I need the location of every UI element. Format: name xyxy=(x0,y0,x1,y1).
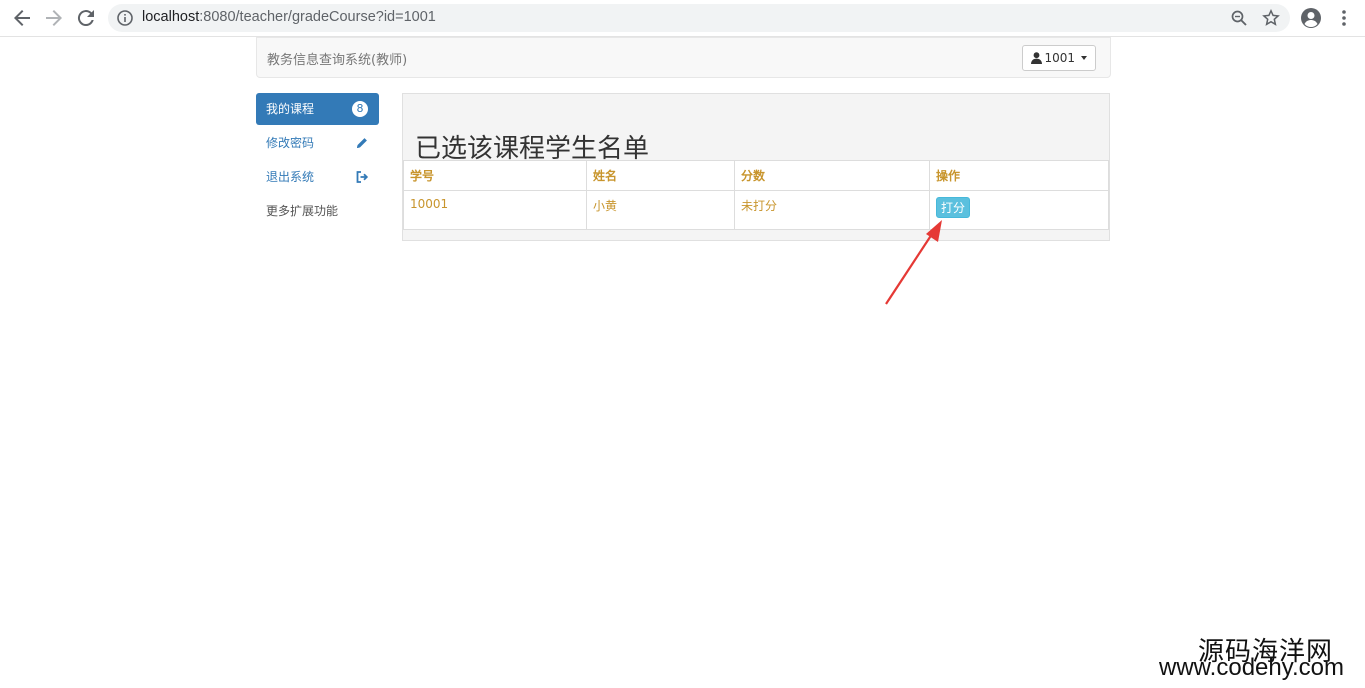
pencil-icon xyxy=(357,138,367,148)
column-header-student-id: 学号 xyxy=(403,160,587,191)
site-info-icon[interactable] xyxy=(116,9,134,27)
user-dropdown-button[interactable]: 1001 xyxy=(1022,45,1096,71)
top-navbar: 教务信息查询系统(教师) 1001 xyxy=(256,37,1111,78)
sidebar: 我的课程 8 修改密码 退出系统 更多扩展功能 xyxy=(256,93,379,229)
student-list-panel: 已选该课程学生名单 学号 姓名 分数 操作 10001 小黄 未打分 打分 xyxy=(402,93,1110,241)
cell-action: 打分 xyxy=(929,190,1109,230)
cell-name: 小黄 xyxy=(586,190,735,230)
profile-avatar-icon[interactable] xyxy=(1300,7,1322,29)
course-count-badge: 8 xyxy=(352,101,368,117)
navbar-brand[interactable]: 教务信息查询系统(教师) xyxy=(267,49,407,68)
reload-icon[interactable] xyxy=(74,6,98,30)
bookmark-star-icon[interactable] xyxy=(1262,9,1280,27)
url-text: localhost:8080/teacher/gradeCourse?id=10… xyxy=(142,9,436,25)
cell-student-id: 10001 xyxy=(403,190,587,230)
sidebar-item-logout[interactable]: 退出系统 xyxy=(256,161,379,193)
sidebar-item-label: 退出系统 xyxy=(266,170,315,184)
column-header-action: 操作 xyxy=(929,160,1109,191)
table-header-row: 学号 姓名 分数 操作 xyxy=(403,160,1109,191)
sidebar-item-label: 修改密码 xyxy=(266,136,315,150)
zoom-icon[interactable] xyxy=(1230,9,1248,27)
column-header-name: 姓名 xyxy=(586,160,735,191)
sidebar-item-my-courses[interactable]: 我的课程 8 xyxy=(256,93,379,125)
forward-arrow-icon[interactable] xyxy=(42,6,66,30)
watermark-url: www.codehy.com xyxy=(1159,654,1344,681)
sidebar-item-label: 更多扩展功能 xyxy=(266,204,339,218)
user-icon xyxy=(1031,52,1043,64)
log-out-icon xyxy=(356,171,369,183)
sidebar-item-label: 我的课程 xyxy=(266,102,315,116)
browser-toolbar: localhost:8080/teacher/gradeCourse?id=10… xyxy=(0,0,1365,37)
red-arrow-annotation xyxy=(885,220,942,305)
caret-down-icon xyxy=(1081,56,1087,60)
address-bar[interactable]: localhost:8080/teacher/gradeCourse?id=10… xyxy=(108,4,1290,32)
column-header-score: 分数 xyxy=(734,160,930,191)
sidebar-item-change-password[interactable]: 修改密码 xyxy=(256,127,379,159)
table-row: 10001 小黄 未打分 打分 xyxy=(403,190,1109,230)
student-table: 学号 姓名 分数 操作 10001 小黄 未打分 打分 xyxy=(403,160,1109,230)
user-id-label: 1001 xyxy=(1044,51,1075,65)
browser-menu-icon[interactable] xyxy=(1336,8,1352,28)
sidebar-item-more-features: 更多扩展功能 xyxy=(256,195,379,227)
back-arrow-icon[interactable] xyxy=(10,6,34,30)
